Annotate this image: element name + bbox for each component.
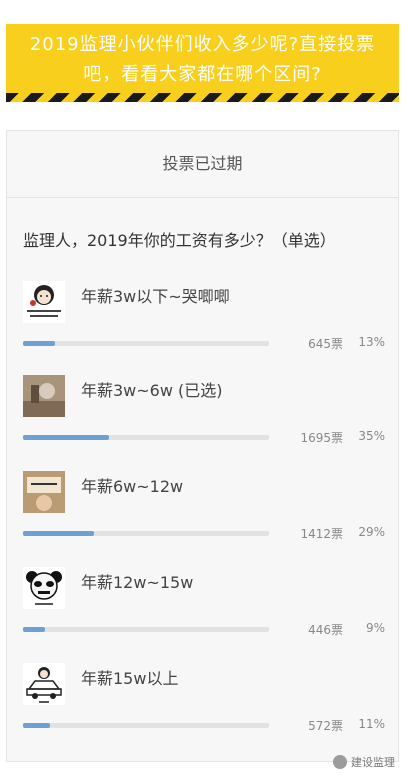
progress-fill [23, 435, 110, 440]
vote-percent: 11% [358, 717, 385, 731]
option-label: 年薪12w~15w [81, 573, 194, 592]
progress-track [23, 435, 269, 440]
option-label: 年薪3w以下~哭唧唧 [81, 287, 230, 306]
progress-track [23, 723, 269, 728]
progress-fill [23, 531, 95, 536]
progress-track [23, 341, 269, 346]
watermark-text: 建设监理 [351, 756, 395, 769]
hazard-stripe [6, 93, 399, 102]
progress-track [23, 531, 269, 536]
poll-option-4[interactable]: 年薪12w~15w 446票 9% [23, 567, 385, 645]
panda-meme-icon [23, 567, 65, 609]
vote-percent: 29% [358, 525, 385, 539]
poll-option-1[interactable]: 年薪3w以下~哭唧唧 645票 13% [23, 281, 385, 359]
vote-count: 1412票 [300, 527, 343, 541]
option-label: 年薪15w以上 [81, 669, 179, 688]
progress-fill [23, 341, 55, 346]
poll-option-3[interactable]: 年薪6w~12w 1412票 29% [23, 471, 385, 549]
banner-title: 2019监理小伙伴们收入多少呢?直接投票 吧，看看大家都在哪个区间? [6, 30, 399, 90]
vote-count: 446票 [308, 623, 343, 637]
poll-card: 投票已过期 监理人，2019年你的工资有多少？（单选） 年薪3w以下~哭唧唧 6… [6, 130, 399, 762]
poll-question: 监理人，2019年你的工资有多少？（单选） [23, 231, 336, 250]
wechat-icon [333, 755, 347, 769]
crying-meme-icon [23, 281, 65, 323]
poll-option-5[interactable]: 年薪15w以上 572票 11% [23, 663, 385, 741]
vote-percent: 35% [358, 429, 385, 443]
vote-percent: 13% [358, 335, 385, 349]
poll-status: 投票已过期 [7, 131, 398, 198]
sign-meme-icon [23, 471, 65, 513]
vote-count: 1695票 [300, 431, 343, 445]
vote-percent: 9% [365, 621, 385, 635]
option-label: 年薪3w~6w (已选) [81, 381, 223, 400]
option-label: 年薪6w~12w [81, 477, 184, 496]
progress-fill [23, 723, 51, 728]
car-meme-icon [23, 663, 65, 705]
watermark: 建设监理 [333, 754, 395, 770]
vote-count: 645票 [308, 337, 343, 351]
banner-line-2: 吧，看看大家都在哪个区间? [83, 64, 322, 85]
vote-count: 572票 [308, 719, 343, 733]
progress-track [23, 627, 269, 632]
banner-line-1: 2019监理小伙伴们收入多少呢?直接投票 [29, 34, 376, 55]
progress-fill [23, 627, 46, 632]
poll-banner: 2019监理小伙伴们收入多少呢?直接投票 吧，看看大家都在哪个区间? [6, 24, 399, 102]
photo-thumbnail-icon [23, 375, 65, 417]
poll-option-2[interactable]: 年薪3w~6w (已选) 1695票 35% [23, 375, 385, 453]
